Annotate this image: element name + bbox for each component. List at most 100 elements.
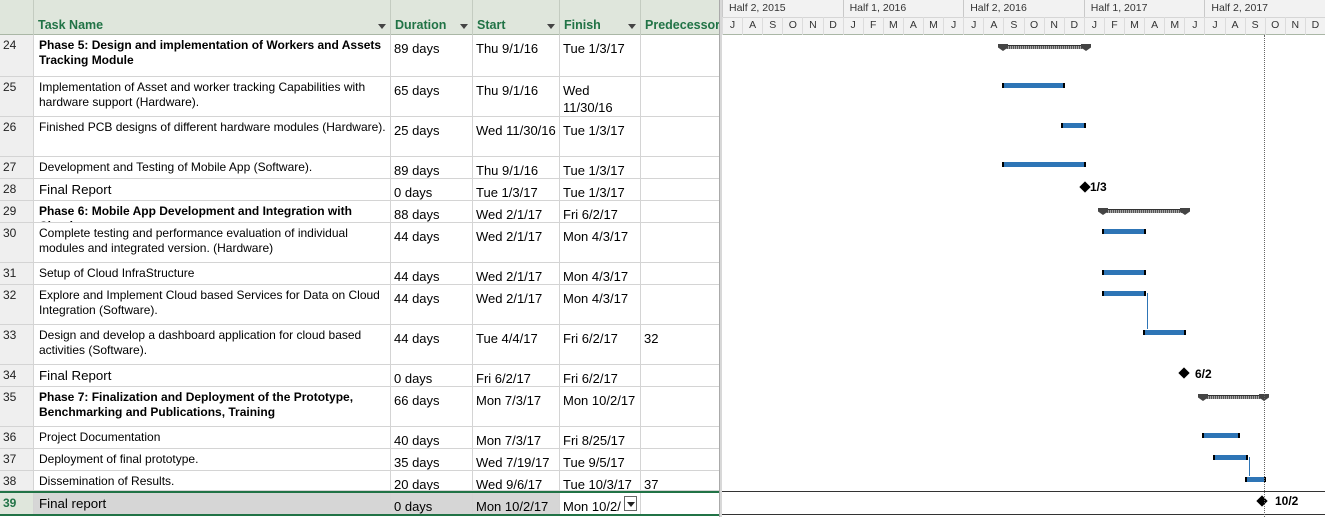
task-row[interactable]: 31 Setup of Cloud InfraStructure 44 days We… xyxy=(0,263,719,285)
column-header-start[interactable]: Start xyxy=(473,0,560,35)
task-name-filter-icon[interactable] xyxy=(378,24,386,29)
task-bar[interactable] xyxy=(1102,229,1146,234)
task-row[interactable]: 37 Deployment of final prototype. 35 days W… xyxy=(0,449,719,471)
task-row[interactable]: 39 Final report 0 days Mon 10/2/17 Mon 10/2/ xyxy=(0,491,719,516)
task-row[interactable]: 24 Phase 5: Design and implementation of … xyxy=(0,35,719,77)
summary-bar-phase-7[interactable] xyxy=(1198,394,1269,401)
finish-cell[interactable]: Fri 6/2/17 xyxy=(560,365,641,386)
task-row[interactable]: 26 Finished PCB designs of different hard… xyxy=(0,117,719,157)
task-row[interactable]: 29 Phase 6: Mobile App Development and In… xyxy=(0,201,719,223)
task-row[interactable]: 34 Final Report 0 days Fri 6/2/17 Fri 6/2/17 xyxy=(0,365,719,387)
task-name-cell[interactable]: Final report xyxy=(34,493,391,514)
row-id[interactable]: 39 xyxy=(0,493,34,514)
row-id[interactable]: 33 xyxy=(0,325,34,364)
duration-cell[interactable]: 0 days xyxy=(391,179,473,200)
task-row[interactable]: 35 Phase 7: Finalization and Deployment o… xyxy=(0,387,719,427)
start-cell[interactable]: Wed 11/30/16 xyxy=(473,117,560,156)
task-name-cell[interactable]: Complete testing and performance evaluat… xyxy=(34,223,391,262)
row-id[interactable]: 31 xyxy=(0,263,34,284)
start-cell[interactable]: Wed 2/1/17 xyxy=(473,285,560,324)
finish-cell[interactable]: Mon 4/3/17 xyxy=(560,285,641,324)
start-cell[interactable]: Mon 7/3/17 xyxy=(473,427,560,448)
task-row[interactable]: 32 Explore and Implement Cloud based Serv… xyxy=(0,285,719,325)
predecessors-cell[interactable] xyxy=(641,179,719,200)
duration-filter-icon[interactable] xyxy=(460,24,468,29)
summary-bar-phase-6[interactable] xyxy=(1098,208,1190,215)
task-name-cell[interactable]: Final Report xyxy=(34,365,391,386)
row-id[interactable]: 35 xyxy=(0,387,34,426)
task-bar[interactable] xyxy=(1202,433,1240,438)
finish-cell[interactable]: Fri 8/25/17 xyxy=(560,427,641,448)
duration-cell[interactable]: 44 days xyxy=(391,223,473,262)
row-id[interactable]: 27 xyxy=(0,157,34,178)
start-filter-icon[interactable] xyxy=(547,24,555,29)
task-bar[interactable] xyxy=(1245,477,1266,482)
predecessors-cell[interactable] xyxy=(641,493,719,514)
column-header-task-name[interactable]: Task Name xyxy=(34,0,391,35)
task-row[interactable]: 25 Implementation of Asset and worker tra… xyxy=(0,77,719,117)
start-cell[interactable]: Thu 9/1/16 xyxy=(473,35,560,76)
finish-cell[interactable]: Mon 4/3/17 xyxy=(560,263,641,284)
predecessors-cell[interactable] xyxy=(641,449,719,470)
predecessors-cell[interactable] xyxy=(641,157,719,178)
duration-cell[interactable]: 44 days xyxy=(391,325,473,364)
duration-cell[interactable]: 0 days xyxy=(391,493,473,514)
task-name-cell[interactable]: Design and develop a dashboard applicati… xyxy=(34,325,391,364)
row-id[interactable]: 32 xyxy=(0,285,34,324)
duration-cell[interactable]: 44 days xyxy=(391,285,473,324)
duration-cell[interactable]: 20 days xyxy=(391,471,473,490)
start-cell[interactable]: Tue 1/3/17 xyxy=(473,179,560,200)
duration-cell[interactable]: 35 days xyxy=(391,449,473,470)
start-cell[interactable]: Wed 2/1/17 xyxy=(473,263,560,284)
predecessors-cell[interactable]: 37 xyxy=(641,471,719,490)
duration-cell[interactable]: 65 days xyxy=(391,77,473,116)
task-bar[interactable] xyxy=(1002,83,1065,88)
duration-cell[interactable]: 0 days xyxy=(391,365,473,386)
row-id[interactable]: 24 xyxy=(0,35,34,76)
duration-cell[interactable]: 25 days xyxy=(391,117,473,156)
task-name-cell[interactable]: Dissemination of Results. xyxy=(34,471,391,490)
task-name-cell[interactable]: Phase 5: Design and implementation of Wo… xyxy=(34,35,391,76)
duration-cell[interactable]: 89 days xyxy=(391,35,473,76)
predecessors-cell[interactable] xyxy=(641,117,719,156)
task-name-cell[interactable]: Project Documentation xyxy=(34,427,391,448)
task-row[interactable]: 38 Dissemination of Results. 20 days Wed 9/… xyxy=(0,471,719,491)
start-cell[interactable]: Wed 2/1/17 xyxy=(473,201,560,222)
finish-cell[interactable]: Mon 4/3/17 xyxy=(560,223,641,262)
task-row[interactable]: 28 Final Report 0 days Tue 1/3/17 Tue 1/3/17 xyxy=(0,179,719,201)
start-cell[interactable]: Thu 9/1/16 xyxy=(473,157,560,178)
finish-date-dropdown-button[interactable] xyxy=(624,496,637,511)
task-bar[interactable] xyxy=(1102,291,1146,296)
task-bar[interactable] xyxy=(1213,455,1248,460)
duration-cell[interactable]: 88 days xyxy=(391,201,473,222)
predecessors-cell[interactable] xyxy=(641,201,719,222)
start-cell[interactable]: Mon 10/2/17 xyxy=(473,493,560,514)
task-name-cell[interactable]: Phase 7: Finalization and Deployment of … xyxy=(34,387,391,426)
finish-cell[interactable]: Fri 6/2/17 xyxy=(560,201,641,222)
row-id[interactable]: 30 xyxy=(0,223,34,262)
finish-cell[interactable]: Tue 9/5/17 xyxy=(560,449,641,470)
task-row[interactable]: 33 Design and develop a dashboard applica… xyxy=(0,325,719,365)
predecessors-cell[interactable] xyxy=(641,387,719,426)
finish-cell[interactable]: Tue 10/3/17 xyxy=(560,471,641,490)
gantt-chart[interactable]: Half 2, 2015 Half 1, 2016 Half 2, 2016 Half… xyxy=(722,0,1325,517)
task-name-cell[interactable]: Deployment of final prototype. xyxy=(34,449,391,470)
task-bar[interactable] xyxy=(1102,270,1146,275)
task-name-cell[interactable]: Final Report xyxy=(34,179,391,200)
finish-cell[interactable]: Fri 6/2/17 xyxy=(560,325,641,364)
duration-cell[interactable]: 44 days xyxy=(391,263,473,284)
predecessors-cell[interactable] xyxy=(641,35,719,76)
summary-bar-phase-5[interactable] xyxy=(998,44,1091,51)
finish-cell[interactable]: Tue 1/3/17 xyxy=(560,157,641,178)
row-id[interactable]: 34 xyxy=(0,365,34,386)
task-bar[interactable] xyxy=(1002,162,1086,167)
finish-cell[interactable]: Tue 1/3/17 xyxy=(560,35,641,76)
task-row[interactable]: 27 Development and Testing of Mobile App … xyxy=(0,157,719,179)
row-id[interactable]: 38 xyxy=(0,471,34,490)
predecessors-cell[interactable] xyxy=(641,285,719,324)
task-name-cell[interactable]: Implementation of Asset and worker track… xyxy=(34,77,391,116)
task-bar[interactable] xyxy=(1143,330,1186,335)
column-header-duration[interactable]: Duration xyxy=(391,0,473,35)
finish-filter-icon[interactable] xyxy=(628,24,636,29)
row-id[interactable]: 26 xyxy=(0,117,34,156)
